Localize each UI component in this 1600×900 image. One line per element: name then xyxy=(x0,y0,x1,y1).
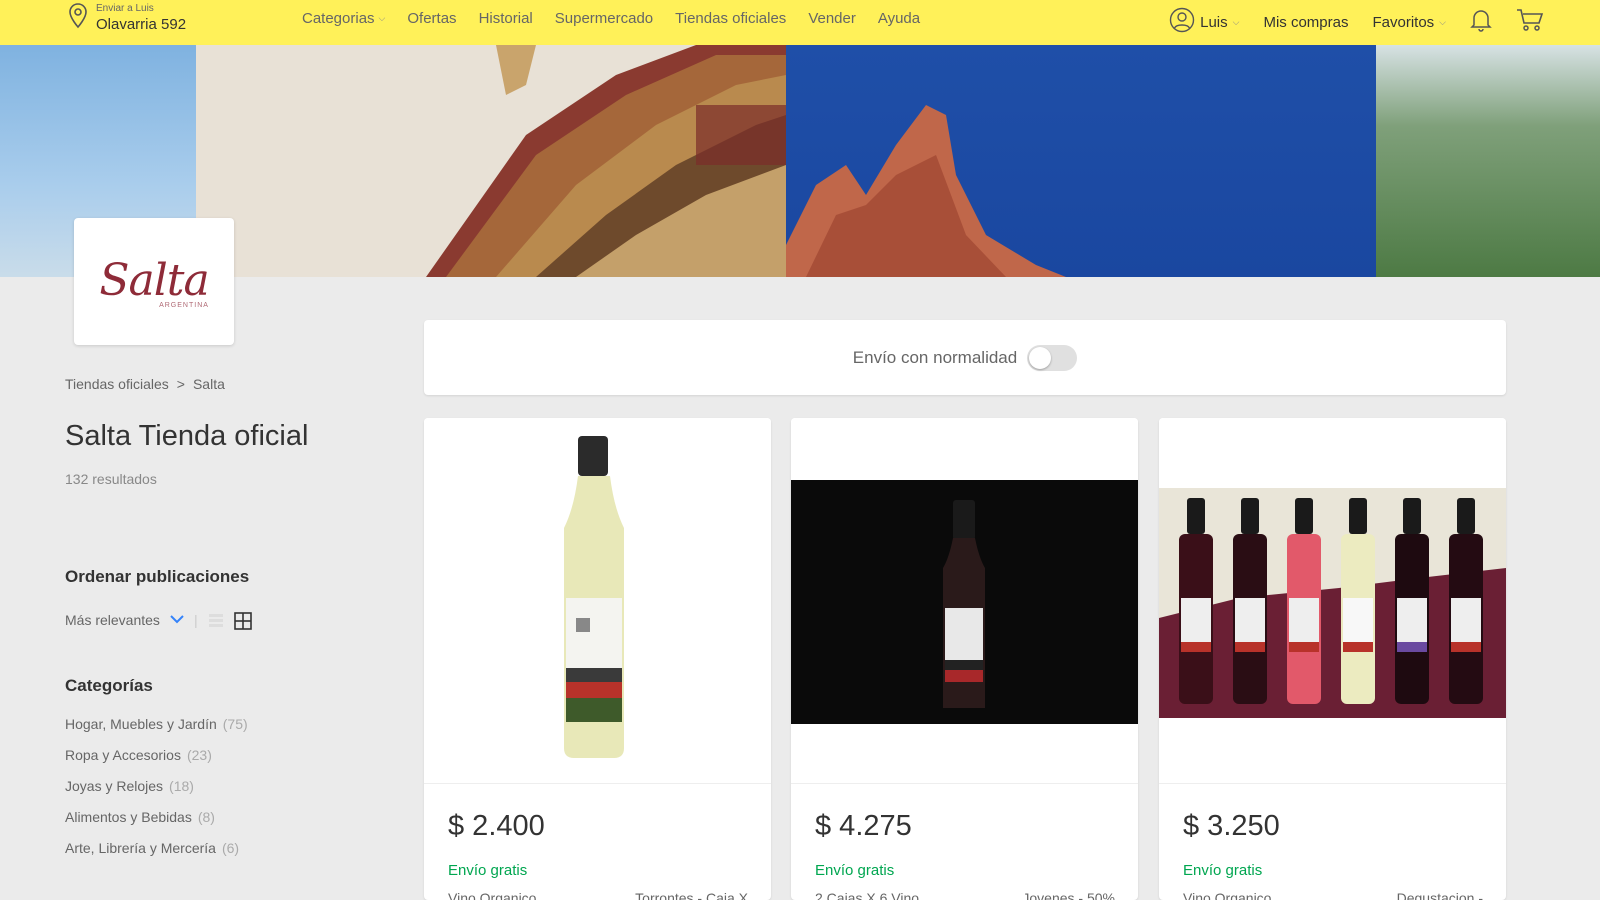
nav-categories[interactable]: Categorias ⌵ xyxy=(302,10,385,27)
page-title: Salta Tienda oficial xyxy=(65,420,309,452)
product-image[interactable] xyxy=(1159,418,1506,784)
top-header: Enviar a Luis Olavarria 592 Categorias ⌵ … xyxy=(0,0,1600,45)
my-purchases-link[interactable]: Mis compras xyxy=(1263,14,1348,31)
user-menu[interactable]: Luis ⌵ xyxy=(1169,7,1239,37)
categories-list: Hogar, Muebles y Jardín (75) Ropa y Acces… xyxy=(65,716,248,871)
breadcrumb-current[interactable]: Salta xyxy=(193,376,225,392)
shipping-filter-label: Envío con normalidad xyxy=(852,347,1018,367)
banner-rock-panel xyxy=(786,45,1376,277)
product-price: $ 2.400 xyxy=(448,810,545,842)
user-nav: Luis ⌵ Mis compras Favoritos ⌵ xyxy=(1145,7,1544,37)
favorites-menu[interactable]: Favoritos ⌵ xyxy=(1372,14,1446,31)
store-logo: Salta ARGENTINA xyxy=(74,218,234,345)
breadcrumb: Tiendas oficiales > Salta xyxy=(65,376,225,392)
shipping-filter-bar: Envío con normalidad xyxy=(424,320,1506,395)
chevron-down-icon: ⌵ xyxy=(1232,16,1240,27)
store-logo-text: Salta xyxy=(99,254,209,306)
banner-mountain-panel xyxy=(1376,45,1600,277)
divider: | xyxy=(193,612,198,628)
sort-value: Más relevantes xyxy=(65,612,160,628)
free-shipping-label: Envío gratis xyxy=(448,862,528,879)
bell-icon xyxy=(1470,8,1492,36)
product-image[interactable] xyxy=(791,418,1138,784)
sort-controls: Más relevantes | xyxy=(65,612,252,630)
grid-view-icon[interactable] xyxy=(233,612,252,630)
store-banner xyxy=(0,45,1600,277)
delivery-location[interactable]: Enviar a Luis Olavarria 592 xyxy=(68,0,186,36)
user-name: Luis xyxy=(1200,13,1228,31)
store-logo-subtext: ARGENTINA xyxy=(159,301,209,309)
chevron-down-icon xyxy=(170,613,184,627)
product-card[interactable]: $ 4.275 Envío gratis 2 Cajas X 6 Vino Jov… xyxy=(791,418,1138,900)
product-title[interactable]: Vino Organico Torrontes - Caja X xyxy=(448,890,748,900)
category-item[interactable]: Alimentos y Bebidas (8) xyxy=(65,809,248,840)
location-label: Enviar a Luis xyxy=(96,3,154,14)
favorites-label: Favoritos xyxy=(1372,13,1435,31)
nav-history[interactable]: Historial xyxy=(479,10,533,27)
nav-offers[interactable]: Ofertas xyxy=(407,10,456,27)
category-item[interactable]: Arte, Librería y Mercería (6) xyxy=(65,840,248,871)
nav-supermarket[interactable]: Supermercado xyxy=(555,10,653,27)
product-title[interactable]: Vino Organico Degustacion - xyxy=(1183,890,1483,900)
categories-heading: Categorías xyxy=(65,676,153,695)
cart-button[interactable] xyxy=(1516,8,1544,36)
notifications-button[interactable] xyxy=(1470,8,1492,36)
nav-sell[interactable]: Vender xyxy=(808,10,856,27)
category-item[interactable]: Hogar, Muebles y Jardín (75) xyxy=(65,716,248,747)
free-shipping-label: Envío gratis xyxy=(815,862,895,879)
category-item[interactable]: Joyas y Relojes (18) xyxy=(65,778,248,809)
category-item[interactable]: Ropa y Accesorios (23) xyxy=(65,747,248,778)
user-circle-icon xyxy=(1169,7,1195,37)
product-card[interactable]: $ 2.400 Envío gratis Vino Organico Torron… xyxy=(424,418,771,900)
location-address: Olavarria 592 xyxy=(96,16,187,33)
product-card[interactable]: $ 3.250 Envío gratis Vino Organico Degust… xyxy=(1159,418,1506,900)
sort-heading: Ordenar publicaciones xyxy=(65,567,250,586)
sort-dropdown[interactable]: Más relevantes xyxy=(65,612,184,628)
breadcrumb-official-stores[interactable]: Tiendas oficiales xyxy=(65,376,169,392)
shipping-filter-toggle[interactable] xyxy=(1027,344,1078,371)
cart-icon xyxy=(1516,8,1544,36)
toggle-knob xyxy=(1029,346,1052,369)
product-title[interactable]: 2 Cajas X 6 Vino Jovenes - 50% xyxy=(815,890,1115,900)
free-shipping-label: Envío gratis xyxy=(1183,862,1263,879)
chevron-down-icon: ⌵ xyxy=(1439,16,1446,27)
nav-help[interactable]: Ayuda xyxy=(878,10,920,27)
product-image[interactable] xyxy=(424,418,771,784)
location-pin-icon xyxy=(68,2,88,34)
chevron-down-icon: ⌵ xyxy=(378,13,386,23)
list-view-icon[interactable] xyxy=(208,612,224,628)
chevron-right-icon: > xyxy=(176,376,185,392)
main-nav: Categorias ⌵ Ofertas Historial Supermerca… xyxy=(302,10,942,27)
nav-official-stores[interactable]: Tiendas oficiales xyxy=(675,10,786,27)
product-price: $ 4.275 xyxy=(815,810,912,842)
results-count: 132 resultados xyxy=(65,471,157,487)
product-price: $ 3.250 xyxy=(1183,810,1280,842)
banner-church-panel xyxy=(196,45,786,277)
